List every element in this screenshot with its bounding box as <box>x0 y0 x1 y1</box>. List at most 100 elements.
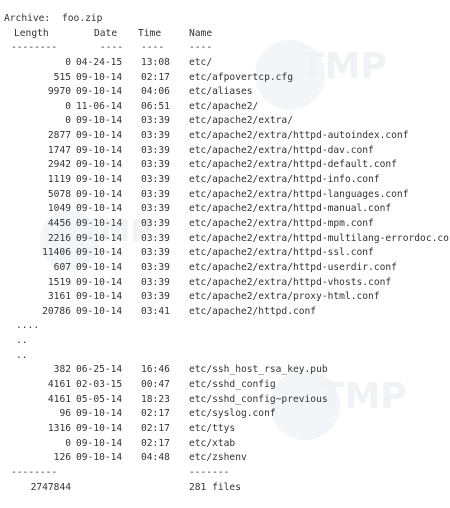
file-length: 20786 <box>42 305 71 317</box>
file-row: 4456 09-10-14 03:39 etc/apache2/extra/httpd… <box>4 217 450 232</box>
file-date: 09-10-14 <box>76 247 123 259</box>
file-time: 03:39 <box>141 217 170 229</box>
file-name: etc/apache2/extra/httpd-languages.conf <box>189 188 409 200</box>
file-row: 1119 09-10-14 03:39 etc/apache2/extra/httpd… <box>4 173 450 188</box>
file-row: 5078 09-10-14 03:39 etc/apache2/extra/httpd… <box>4 188 450 203</box>
archive-name: foo.zip <box>62 13 103 24</box>
file-date: 09-10-14 <box>76 115 123 127</box>
file-time: 03:39 <box>141 232 170 244</box>
file-row: 4161 02-03-15 00:47 etc/sshd_config <box>4 378 450 393</box>
file-time: 03:39 <box>141 159 170 171</box>
file-time: 02:17 <box>141 408 170 420</box>
file-date: 09-10-14 <box>76 130 123 142</box>
file-name: etc/apache2/extra/ <box>189 115 293 127</box>
file-name: etc/sshd_config~previous <box>189 393 328 405</box>
file-row: 0 11-06-14 06:51 etc/apache2/ <box>4 100 450 115</box>
file-name: etc/apache2/extra/httpd-ssl.conf <box>189 247 374 259</box>
file-length: 0 <box>65 115 71 127</box>
file-name: etc/apache2/extra/httpd-vhosts.conf <box>189 276 392 288</box>
file-name: etc/aliases <box>189 86 253 98</box>
file-name: etc/apache2/extra/httpd-dav.conf <box>189 144 374 156</box>
file-date: 09-10-14 <box>76 188 123 200</box>
file-length: 1519 <box>47 276 71 288</box>
file-length: 5078 <box>47 188 71 200</box>
file-name: etc/syslog.conf <box>189 408 276 420</box>
file-name: etc/apache2/extra/httpd-mpm.conf <box>189 217 374 229</box>
file-time: 13:08 <box>141 56 170 68</box>
file-row: 0 09-10-14 03:39 etc/apache2/extra/ <box>4 114 450 129</box>
file-name: etc/zshenv <box>189 452 247 464</box>
total-length: 2747844 <box>30 481 71 493</box>
file-date: 06-25-14 <box>76 364 123 376</box>
file-row: 1049 09-10-14 03:39 etc/apache2/extra/httpd… <box>4 202 450 217</box>
file-date: 09-10-14 <box>76 71 123 83</box>
file-date: 09-10-14 <box>76 232 123 244</box>
file-list-top: 0 04-24-15 13:08 etc/515 09-10-14 02:17 etc/af… <box>4 56 450 320</box>
file-row: 2877 09-10-14 03:39 etc/apache2/extra/httpd… <box>4 129 450 144</box>
file-time: 03:39 <box>141 261 170 273</box>
file-length: 9970 <box>47 86 71 98</box>
footer-separator-name: ------- <box>189 466 230 478</box>
file-length: 0 <box>65 100 71 112</box>
file-name: etc/apache2/extra/httpd-manual.conf <box>189 203 392 215</box>
file-time: 04:48 <box>141 452 170 464</box>
file-name: etc/afpovertcp.cfg <box>189 71 293 83</box>
file-name: etc/apache2/ <box>189 100 259 112</box>
file-name: etc/apache2/httpd.conf <box>189 305 317 317</box>
column-headers: Length Date Time Name <box>4 27 450 42</box>
file-row: 9970 09-10-14 04:06 etc/aliases <box>4 85 450 100</box>
file-date: 09-10-14 <box>76 217 123 229</box>
file-length: 4456 <box>47 217 71 229</box>
file-length: 2942 <box>47 159 71 171</box>
file-name: etc/apache2/extra/httpd-multilang-errord… <box>189 232 449 244</box>
file-length: 2216 <box>47 232 71 244</box>
file-row: 4161 05-05-14 18:23 etc/sshd_config~previou… <box>4 393 450 408</box>
file-row: 96 09-10-14 02:17 etc/syslog.conf <box>4 407 450 422</box>
file-row: 0 04-24-15 13:08 etc/ <box>4 56 450 71</box>
file-name: etc/xtab <box>189 437 236 449</box>
file-length: 4161 <box>47 393 71 405</box>
footer-separator-length: -------- <box>11 466 58 478</box>
file-date: 09-10-14 <box>76 422 123 434</box>
file-name: etc/ <box>189 56 213 68</box>
file-date: 09-10-14 <box>76 305 123 317</box>
separator-date: ---- <box>100 42 124 54</box>
file-name: etc/sshd_config <box>189 379 276 391</box>
file-date: 09-10-14 <box>76 408 123 420</box>
file-row: 515 09-10-14 02:17 etc/afpovertcp.cfg <box>4 71 450 86</box>
file-date: 09-10-14 <box>76 144 123 156</box>
file-length: 0 <box>65 437 71 449</box>
file-time: 00:47 <box>141 379 170 391</box>
file-row: 382 06-25-14 16:46 etc/ssh_host_rsa_key.pub <box>4 363 450 378</box>
file-name: etc/apache2/extra/httpd-userdir.conf <box>189 261 397 273</box>
header-time: Time <box>138 27 162 39</box>
ellipsis-line: .. <box>4 349 450 364</box>
file-date: 09-10-14 <box>76 86 123 98</box>
file-length: 126 <box>53 452 71 464</box>
ellipsis-text: .... <box>16 320 40 332</box>
file-date: 09-10-14 <box>76 452 123 464</box>
ellipsis-text: .. <box>16 349 28 361</box>
file-time: 04:06 <box>141 86 170 98</box>
total-files: 281 files <box>189 481 241 493</box>
file-row: 2216 09-10-14 03:39 etc/apache2/extra/httpd… <box>4 232 450 247</box>
file-name: etc/apache2/extra/httpd-default.conf <box>189 159 397 171</box>
file-date: 09-10-14 <box>76 276 123 288</box>
archive-label: Archive: <box>4 13 51 24</box>
file-length: 382 <box>53 364 71 376</box>
file-date: 09-10-14 <box>76 291 123 303</box>
file-length: 1747 <box>47 144 71 156</box>
file-time: 03:41 <box>141 305 170 317</box>
header-separator: -------- ---- ---- ---- <box>4 41 450 56</box>
file-time: 02:17 <box>141 71 170 83</box>
file-time: 03:39 <box>141 144 170 156</box>
file-length: 11406 <box>42 247 71 259</box>
file-length: 1316 <box>47 422 71 434</box>
separator-name: ---- <box>189 42 213 54</box>
omitted-rows: ........ <box>4 319 450 363</box>
file-row: 2942 09-10-14 03:39 etc/apache2/extra/httpd… <box>4 158 450 173</box>
file-time: 03:39 <box>141 115 170 127</box>
ellipsis-line: .... <box>4 319 450 334</box>
file-row: 1519 09-10-14 03:39 etc/apache2/extra/httpd… <box>4 276 450 291</box>
file-length: 4161 <box>47 379 71 391</box>
